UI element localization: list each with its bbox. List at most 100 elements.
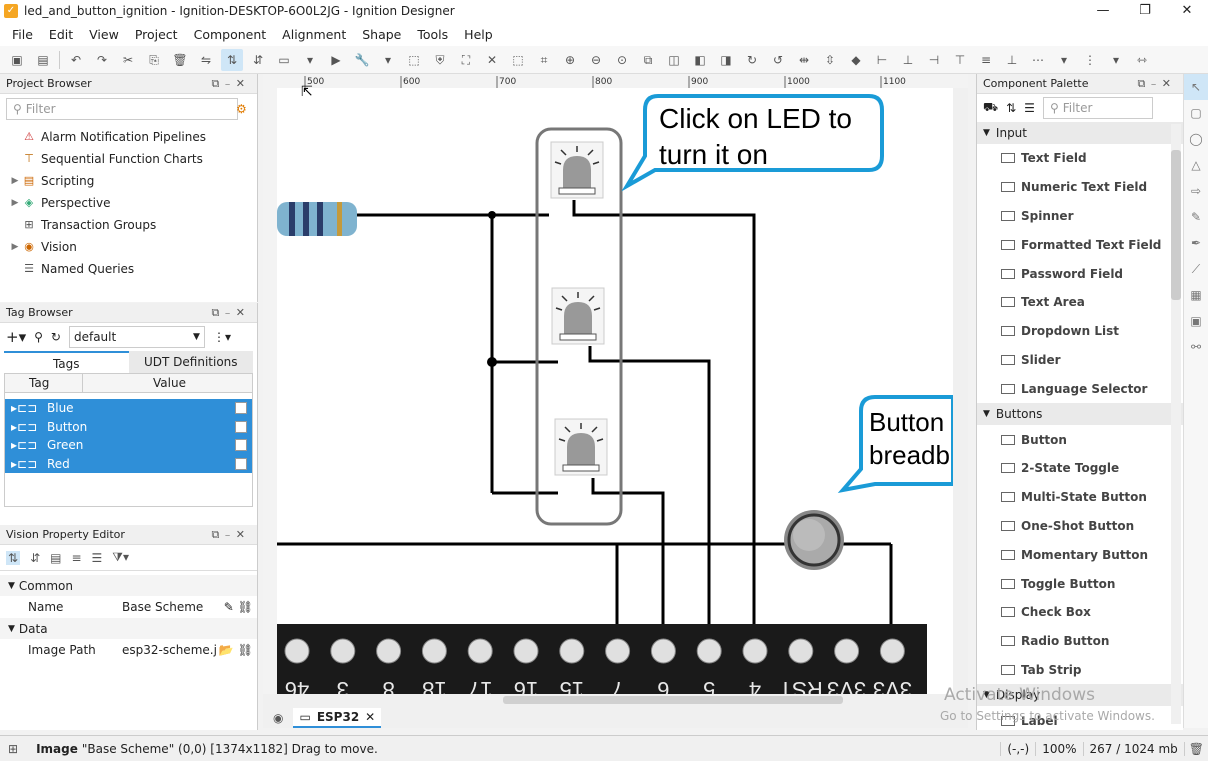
restore-button[interactable]: ❐ xyxy=(1124,0,1166,22)
tab-tags[interactable]: Tags xyxy=(4,351,129,373)
table-icon[interactable]: ▤ xyxy=(50,551,61,565)
palette-item[interactable]: Language Selector xyxy=(977,374,1183,403)
group-icon[interactable]: ⧉ xyxy=(637,49,659,71)
table-row[interactable]: ▸⊏⊐ Button xyxy=(5,417,252,436)
ungroup-icon[interactable]: ◫ xyxy=(663,49,685,71)
frame-icon[interactable]: ⬚ xyxy=(507,49,529,71)
panel-controls[interactable]: ⧉⎯✕ xyxy=(212,77,251,91)
project-filter-input[interactable]: ⚲ Filter xyxy=(6,98,238,120)
menu-component[interactable]: Component xyxy=(186,27,275,42)
cut-icon[interactable]: ✂ xyxy=(117,49,139,71)
palette-item[interactable]: Radio Button xyxy=(977,627,1183,656)
menu-tools[interactable]: Tools xyxy=(409,27,456,42)
tag-provider-select[interactable]: default ▼ xyxy=(68,326,205,348)
push-button-image[interactable] xyxy=(784,510,844,570)
palette-filter-input[interactable]: ⚲ Filter xyxy=(1042,97,1153,119)
menu-view[interactable]: View xyxy=(81,27,127,42)
rotate-left-icon[interactable]: ↺ xyxy=(767,49,789,71)
panel-controls[interactable]: ⧉⎯✕ xyxy=(212,528,251,542)
palette-view-icon[interactable]: ⛟ xyxy=(983,100,998,116)
list-icon[interactable]: ☰ xyxy=(1024,101,1035,115)
more-icon[interactable]: ⋮ xyxy=(1079,49,1101,71)
palette-item[interactable]: Button xyxy=(977,425,1183,454)
tree-item[interactable]: ⚠ Alarm Notification Pipelines xyxy=(8,126,257,148)
flip-icon[interactable]: ⇋ xyxy=(195,49,217,71)
more-icon[interactable]: ⋮▾ xyxy=(213,330,231,344)
eyedropper-tool-icon[interactable]: ⚯ xyxy=(1184,334,1208,360)
palette-scrollbar[interactable] xyxy=(1171,124,1181,724)
vertical-scrollbar[interactable] xyxy=(953,88,968,694)
arrow-tool-icon[interactable]: ⇨ xyxy=(1184,178,1208,204)
eye-icon[interactable]: ◉ xyxy=(273,711,283,725)
value-checkbox[interactable] xyxy=(235,457,247,470)
save-all-icon[interactable]: ▤ xyxy=(32,49,54,71)
value-checkbox[interactable] xyxy=(235,439,247,452)
window-icon[interactable]: ▭ xyxy=(273,49,295,71)
horizontal-scroll-thumb[interactable] xyxy=(503,696,843,704)
edit-icon[interactable]: ✎ xyxy=(224,600,234,614)
zoom-reset-icon[interactable]: ⊙ xyxy=(611,49,633,71)
expand-icon[interactable]: ▶ xyxy=(8,242,22,252)
layout-toggle-icon[interactable]: ⇅ xyxy=(221,48,243,71)
copy-icon[interactable]: ⎘ xyxy=(143,49,165,71)
dropdown-arrow-icon[interactable]: ▾ xyxy=(377,49,399,71)
property-row[interactable]: Image Path esp32-scheme.j 📂 ⛓ xyxy=(0,639,257,661)
palette-item[interactable]: Toggle Button xyxy=(977,569,1183,598)
redo-icon[interactable]: ↷ xyxy=(91,49,113,71)
polygon-tool-icon[interactable]: △ xyxy=(1184,152,1208,178)
menu-alignment[interactable]: Alignment xyxy=(274,27,354,42)
align-icon[interactable]: ⇵ xyxy=(247,49,269,71)
pen-tool-icon[interactable]: ✒ xyxy=(1184,230,1208,256)
image-tool-icon[interactable]: ▣ xyxy=(1184,308,1208,334)
shield-icon[interactable]: ⛨ xyxy=(429,49,451,71)
property-value[interactable]: esp32-scheme.j xyxy=(122,643,219,657)
palette-item[interactable]: Dropdown List xyxy=(977,317,1183,346)
grid-icon[interactable]: ⌗ xyxy=(533,49,555,71)
palette-item[interactable]: Label xyxy=(977,706,1183,730)
crosshair-icon[interactable]: ✕ xyxy=(481,49,503,71)
expand-icon[interactable]: ▶ xyxy=(8,176,22,186)
tree-item[interactable]: ▶ ◉ Vision xyxy=(8,236,257,258)
column-header-tag[interactable]: Tag xyxy=(5,374,83,392)
align-bottom-icon[interactable]: ⊥ xyxy=(1001,49,1023,71)
back-icon[interactable]: ◨ xyxy=(715,49,737,71)
value-checkbox[interactable] xyxy=(235,420,247,433)
palette-item[interactable]: Slider xyxy=(977,346,1183,375)
pointer-tool-icon[interactable]: ↖ xyxy=(1184,74,1208,100)
filter-icon[interactable]: ⧩▾ xyxy=(112,550,129,565)
table-row[interactable]: ▸⊏⊐ Red xyxy=(5,454,252,473)
fit-icon[interactable]: ⛶ xyxy=(455,49,477,71)
align-top-icon[interactable]: ⊤ xyxy=(949,49,971,71)
dropdown-arrow-icon[interactable]: ▾ xyxy=(299,49,321,71)
align-left-icon[interactable]: ⊢ xyxy=(871,49,893,71)
tree-item[interactable]: ⊞ Transaction Groups xyxy=(8,214,257,236)
sort-icon[interactable]: ⇅ xyxy=(1006,101,1016,115)
filter-settings-icon[interactable]: ⚙ xyxy=(236,102,247,116)
palette-item[interactable]: Spinner xyxy=(977,202,1183,231)
gc-icon[interactable]: 🗑 xyxy=(1183,741,1208,756)
palette-item[interactable]: 2-State Toggle xyxy=(977,454,1183,483)
zoom-out-icon[interactable]: ⊖ xyxy=(585,49,607,71)
rectangle-tool-icon[interactable]: ▢ xyxy=(1184,100,1208,126)
tree-item[interactable]: ▶ ◈ Perspective xyxy=(8,192,257,214)
link-icon[interactable]: ⛓ xyxy=(238,600,253,614)
save-icon[interactable]: ▣ xyxy=(6,49,28,71)
led-blue[interactable] xyxy=(554,418,608,476)
delete-icon[interactable]: 🗑 xyxy=(169,49,191,71)
section-data[interactable]: ▼ Data xyxy=(0,618,257,639)
palette-item[interactable]: Text Area xyxy=(977,288,1183,317)
expand-all-icon[interactable]: ≡ xyxy=(71,551,81,565)
table-row[interactable]: ▸⊏⊐ Green xyxy=(5,436,252,455)
menu-project[interactable]: Project xyxy=(127,27,186,42)
pencil-tool-icon[interactable]: ✎ xyxy=(1184,204,1208,230)
wrench-icon[interactable]: 🔧 xyxy=(351,49,373,71)
tab-esp32[interactable]: ▭ ESP32 ✕ xyxy=(293,708,382,728)
align-center-icon[interactable]: ⊥ xyxy=(897,49,919,71)
refresh-icon[interactable]: ↻ xyxy=(51,330,61,344)
shape-union-icon[interactable]: ◆ xyxy=(845,49,867,71)
add-tag-icon[interactable]: +▾ xyxy=(6,328,26,346)
menu-help[interactable]: Help xyxy=(456,27,501,42)
distribute-icon[interactable]: ⋯ xyxy=(1027,49,1049,71)
dropdown-arrow-icon[interactable]: ▾ xyxy=(1105,49,1127,71)
palette-item[interactable]: Tab Strip xyxy=(977,656,1183,685)
